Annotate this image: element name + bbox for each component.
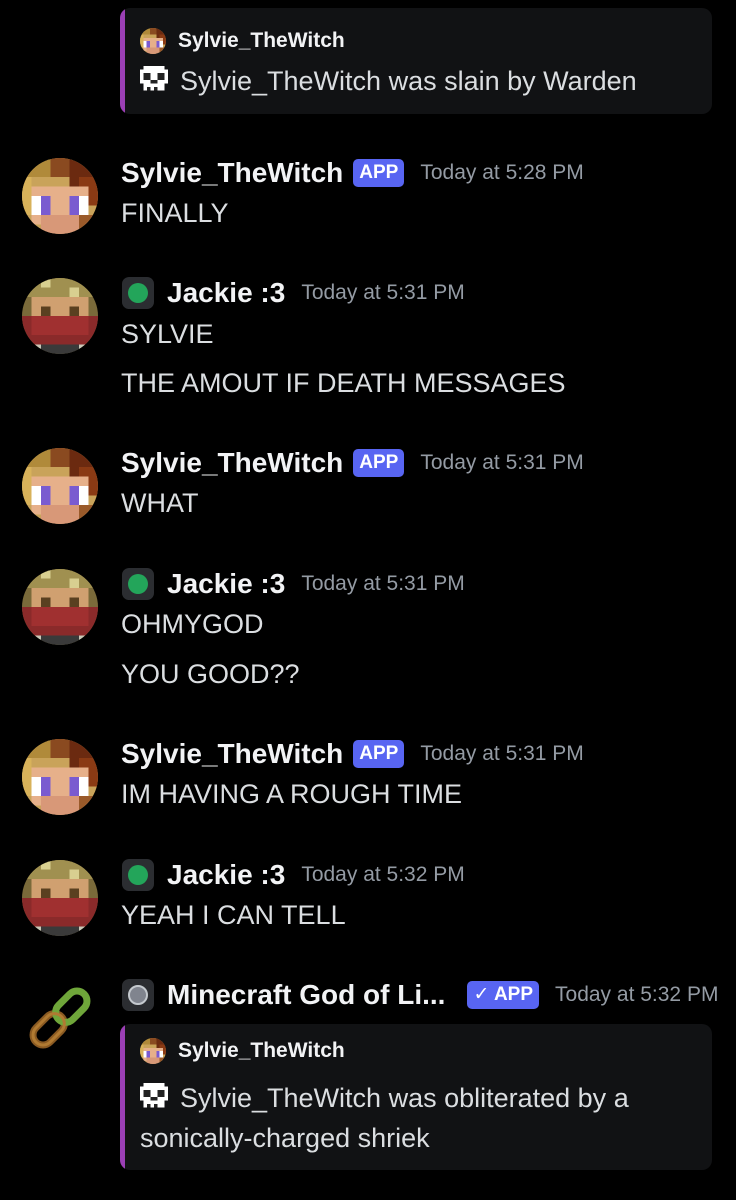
username[interactable]: Jackie :3 xyxy=(167,568,285,600)
message-header: Sylvie_TheWitch APP Today at 5:28 PM xyxy=(121,156,584,190)
avatar[interactable] xyxy=(22,278,98,354)
username[interactable]: Minecraft God of Li... xyxy=(167,979,445,1011)
timestamp[interactable]: Today at 5:32 PM xyxy=(555,983,718,1007)
avatar[interactable] xyxy=(22,569,98,645)
avatar[interactable] xyxy=(22,158,98,234)
online-status-icon xyxy=(122,859,154,891)
avatar[interactable] xyxy=(22,860,98,936)
skull-icon xyxy=(140,1083,168,1108)
timestamp[interactable]: Today at 5:31 PM xyxy=(420,742,583,766)
app-badge: APP xyxy=(353,159,405,187)
app-badge: APP xyxy=(353,449,405,477)
embed-description-text: Sylvie_TheWitch was obliterated by a xyxy=(180,1083,629,1113)
timestamp[interactable]: Today at 5:31 PM xyxy=(420,451,583,475)
username[interactable]: Sylvie_TheWitch xyxy=(121,447,343,479)
skull-icon xyxy=(140,66,168,91)
message-text: WHAT xyxy=(121,488,199,518)
embed-description: Sylvie_TheWitch was slain by Warden xyxy=(140,61,688,101)
verified-app-badge: ✓ APP xyxy=(467,981,540,1009)
death-embed: Sylvie_TheWitch Sylvie_TheWitch was obli… xyxy=(120,1024,712,1170)
message-text: SYLVIE xyxy=(121,319,214,349)
timestamp[interactable]: Today at 5:31 PM xyxy=(301,281,464,305)
message-text: IM HAVING A ROUGH TIME xyxy=(121,779,463,809)
message-header: Sylvie_TheWitch APP Today at 5:31 PM xyxy=(121,446,584,480)
message-header: Jackie :3 Today at 5:31 PM xyxy=(121,567,465,601)
message-header: Sylvie_TheWitch APP Today at 5:31 PM xyxy=(121,737,584,771)
message-header: Minecraft God of Li... ✓ APP Today at 5:… xyxy=(121,978,718,1012)
embed-description: Sylvie_TheWitch was obliterated by a son… xyxy=(140,1078,688,1158)
message-header: Jackie :3 Today at 5:31 PM xyxy=(121,276,465,310)
chain-link-icon[interactable] xyxy=(22,980,98,1056)
embed-author-name[interactable]: Sylvie_TheWitch xyxy=(178,29,345,53)
avatar[interactable] xyxy=(22,739,98,815)
username[interactable]: Sylvie_TheWitch xyxy=(121,157,343,189)
embed-description-text: Sylvie_TheWitch was slain by Warden xyxy=(180,66,637,96)
online-status-icon xyxy=(122,277,154,309)
message-text: YEAH I CAN TELL xyxy=(121,900,346,930)
embed-accent-bar xyxy=(120,8,125,114)
message-text: THE AMOUT IF DEATH MESSAGES xyxy=(121,368,566,398)
timestamp[interactable]: Today at 5:31 PM xyxy=(301,572,464,596)
embed-author[interactable]: Sylvie_TheWitch xyxy=(140,28,345,54)
embed-author-name[interactable]: Sylvie_TheWitch xyxy=(178,1039,345,1063)
online-status-icon xyxy=(122,568,154,600)
message-text: YOU GOOD?? xyxy=(121,659,300,689)
username[interactable]: Sylvie_TheWitch xyxy=(121,738,343,770)
embed-author-avatar xyxy=(140,28,166,54)
death-embed: Sylvie_TheWitch Sylvie_TheWitch was slai… xyxy=(120,8,712,114)
idle-status-icon xyxy=(122,979,154,1011)
message-text: FINALLY xyxy=(121,198,229,228)
embed-description-text: sonically-charged shriek xyxy=(140,1123,430,1153)
avatar[interactable] xyxy=(22,448,98,524)
embed-author[interactable]: Sylvie_TheWitch xyxy=(140,1038,345,1064)
message-text: OHMYGOD xyxy=(121,609,264,639)
timestamp[interactable]: Today at 5:28 PM xyxy=(420,161,583,185)
embed-accent-bar xyxy=(120,1024,125,1170)
timestamp[interactable]: Today at 5:32 PM xyxy=(301,863,464,887)
message-header: Jackie :3 Today at 5:32 PM xyxy=(121,858,465,892)
app-badge: APP xyxy=(353,740,405,768)
username[interactable]: Jackie :3 xyxy=(167,277,285,309)
username[interactable]: Jackie :3 xyxy=(167,859,285,891)
embed-author-avatar xyxy=(140,1038,166,1064)
